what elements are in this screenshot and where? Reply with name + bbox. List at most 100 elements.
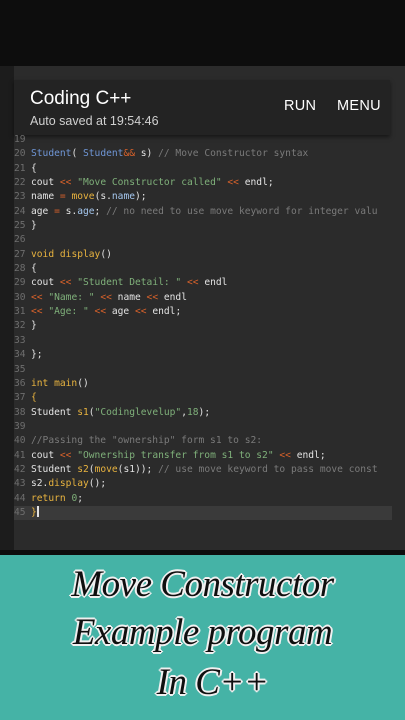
code-line[interactable]: 32} (14, 319, 392, 333)
code-editor[interactable]: 19 20 Student( Student&& s) // Move Constr… (14, 133, 392, 543)
code-token: } (31, 220, 37, 232)
code-text: } (31, 319, 37, 333)
code-token: (); (88, 478, 107, 490)
code-token: << (31, 291, 43, 303)
code-line[interactable]: 25} (14, 219, 392, 233)
code-token: { (31, 392, 37, 404)
code-token: "Ownership transfer from s1 to s2" (71, 449, 280, 461)
code-token: // use move keyword to pass move const (158, 463, 378, 475)
code-token: () (77, 377, 89, 389)
code-token: "Name: " (42, 291, 101, 303)
code-token: && (123, 148, 135, 160)
code-line[interactable]: 45} (14, 505, 392, 521)
code-token: { (31, 162, 37, 174)
code-line[interactable]: 38 Student s1("Codinglevelup",18); (14, 406, 392, 420)
line-number: 22 (14, 177, 26, 189)
code-line[interactable]: 36 int main() (14, 377, 392, 391)
line-number: 40 (14, 435, 26, 447)
line-number: 35 (14, 363, 26, 375)
code-text: cout << "Ownership transfer from s1 to s… (31, 449, 326, 463)
code-line[interactable]: 26 (14, 233, 392, 247)
line-number: 43 (14, 478, 26, 490)
menu-button[interactable]: MENU (337, 98, 381, 114)
code-text: { (31, 262, 37, 276)
line-number: 44 (14, 492, 26, 504)
code-token: }; (31, 349, 43, 361)
code-token: age (106, 306, 135, 318)
code-token: endl; (146, 306, 182, 318)
code-line[interactable]: 19 (14, 133, 392, 147)
line-number: 23 (14, 191, 26, 203)
code-token: "Move Constructor called" (71, 177, 228, 189)
line-number: 33 (14, 334, 26, 346)
line-number: 19 (14, 134, 26, 145)
code-line[interactable]: 22 cout << "Move Constructor called" << e… (14, 176, 392, 190)
line-number: 42 (14, 463, 26, 475)
code-line[interactable]: 27 void display() (14, 248, 392, 262)
code-line[interactable]: 42 Student s2(move(s1)); // use move keyw… (14, 463, 392, 477)
code-text: << "Age: " << age << endl; (31, 305, 181, 319)
line-number: 27 (14, 248, 26, 260)
code-line[interactable]: 41 cout << "Ownership transfer from s1 to… (14, 449, 392, 463)
code-token: << (59, 449, 72, 461)
code-token: << (94, 306, 107, 318)
code-text: cout << "Move Constructor called" << end… (31, 176, 274, 190)
code-line[interactable]: 40 //Passing the "ownership" form s1 to s… (14, 434, 392, 448)
code-token: name (111, 191, 135, 203)
run-button[interactable]: RUN (284, 98, 316, 114)
code-line[interactable]: 21 { (14, 162, 392, 176)
code-token: << (146, 291, 159, 303)
code-token: s) (135, 148, 159, 160)
code-line[interactable]: 35 (14, 363, 392, 377)
line-number: 34 (14, 349, 26, 361)
line-number: 32 (14, 320, 26, 332)
banner-line-3: In C++ (156, 662, 269, 703)
code-token: main (54, 377, 78, 389)
code-text: int main() (31, 377, 89, 391)
code-line[interactable]: 33 (14, 334, 392, 348)
code-line[interactable]: 24 age = s.age; // no need to use move ke… (14, 205, 392, 219)
line-number: 25 (14, 220, 26, 232)
code-token: age (77, 205, 95, 217)
code-line[interactable]: 28 { (14, 262, 392, 276)
code-token: << (31, 306, 43, 318)
code-line[interactable]: 37 { (14, 391, 392, 405)
code-line[interactable]: 31 << "Age: " << age << endl; (14, 305, 392, 319)
code-token: move (94, 463, 118, 475)
banner-line-2: Example program (72, 612, 333, 653)
code-token: "Age: " (42, 306, 95, 318)
code-token: << (227, 177, 239, 189)
code-token: return (31, 492, 66, 504)
line-number: 45 (14, 506, 26, 518)
code-text: { (31, 391, 37, 405)
code-token: "Student Detail: " (71, 277, 187, 289)
code-text: Student s2(move(s1)); // use move keywor… (31, 463, 378, 477)
code-token: << (135, 306, 147, 318)
line-number: 29 (14, 277, 26, 289)
code-line[interactable]: 39 (14, 420, 392, 434)
line-number: 41 (14, 449, 26, 461)
code-line[interactable]: 44 return 0; (14, 492, 392, 506)
line-number: 30 (14, 291, 26, 303)
code-token: ( (71, 148, 83, 160)
line-number: 31 (14, 306, 26, 318)
code-token: () (100, 248, 112, 260)
code-token: move (71, 191, 95, 203)
code-line[interactable]: 34}; (14, 348, 392, 362)
code-line[interactable]: 23 name = move(s.name); (14, 190, 392, 204)
code-token: s1 (77, 406, 89, 418)
code-token: ; (94, 205, 107, 217)
code-token: // Move Constructor syntax (158, 148, 309, 160)
code-token: s. (59, 205, 78, 217)
code-line[interactable]: 20 Student( Student&& s) // Move Construc… (14, 147, 392, 161)
title-banner: Move Constructor Example program In C++ (0, 555, 405, 720)
code-line[interactable]: 29 cout << "Student Detail: " << endl (14, 276, 392, 290)
code-line[interactable]: 43 s2.display(); (14, 477, 392, 491)
code-line[interactable]: 30 << "Name: " << name << endl (14, 291, 392, 305)
code-text: }; (31, 348, 43, 362)
code-token: Student (31, 406, 78, 418)
code-text: { (31, 162, 37, 176)
line-number: 24 (14, 205, 26, 217)
code-text: cout << "Student Detail: " << endl (31, 276, 227, 290)
code-token: (s1)); (117, 463, 159, 475)
